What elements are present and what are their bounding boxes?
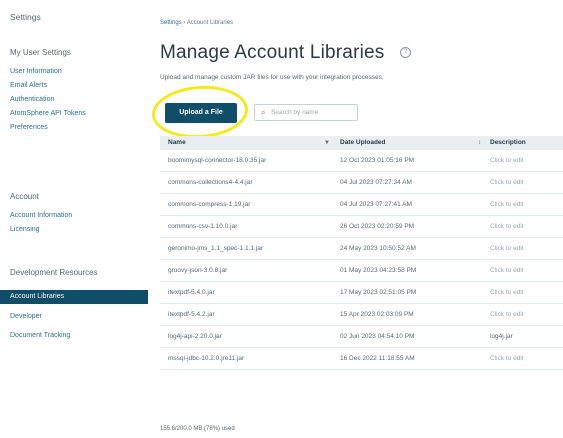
date-uploaded: 01 May 2023 04:23:58 PM bbox=[340, 267, 417, 274]
file-name[interactable]: itextpdf-5.4.2.jar bbox=[168, 304, 215, 326]
date-uploaded: 24 May 2023 10:50:52 AM bbox=[340, 245, 416, 252]
sidebar-item-account-libraries[interactable]: Account Libraries bbox=[0, 290, 148, 304]
date-uploaded: 12 Oct 2023 01:05:16 PM bbox=[340, 157, 415, 164]
description-edit[interactable]: Click to edit bbox=[490, 216, 524, 238]
file-name[interactable]: mssql-jdbc-10.2.0.jre11.jar bbox=[168, 348, 244, 370]
breadcrumb-current: Account Libraries bbox=[186, 20, 234, 26]
table-row: commons-collections4-4.4.jar 04 Jul 2023… bbox=[160, 172, 563, 194]
search-icon: ⌕ bbox=[261, 108, 266, 117]
table-row: geronimo-jms_1.1_spec-1.1.1.jar 24 May 2… bbox=[160, 238, 563, 260]
file-name[interactable]: geronimo-jms_1.1_spec-1.1.1.jar bbox=[168, 238, 263, 260]
page-title: Manage Account Libraries bbox=[160, 42, 385, 63]
date-uploaded: 16 Dec 2022 11:18:55 AM bbox=[340, 355, 415, 362]
description-edit[interactable]: Click to edit bbox=[490, 304, 524, 326]
upload-file-button[interactable]: Upload a File bbox=[165, 103, 237, 123]
description-edit[interactable]: Click to edit bbox=[490, 150, 524, 172]
table-header: Name ▼ Date Uploaded ↕ Description bbox=[160, 136, 563, 150]
table-row: itextpdf-5.4.0.jar 17 May 2023 02:51:05 … bbox=[160, 282, 563, 304]
column-header-description[interactable]: Description bbox=[490, 136, 526, 150]
sidebar-item-api-tokens[interactable]: AtomSphere API Tokens bbox=[10, 110, 86, 117]
date-uploaded: 04 Jul 2023 07:27:41 AM bbox=[340, 201, 412, 208]
table-row: log4j-api-2.20.0.jar 02 Jun 2023 04:54:1… bbox=[160, 326, 563, 348]
sort-down-icon[interactable]: ▼ bbox=[324, 136, 330, 150]
file-name[interactable]: commons-compress-1.19.jar bbox=[168, 194, 250, 216]
date-uploaded: 17 May 2023 02:51:05 PM bbox=[340, 289, 417, 296]
table-row: itextpdf-5.4.2.jar 15 Apr 2023 02:03:09 … bbox=[160, 304, 563, 326]
breadcrumb-settings-link[interactable]: Settings bbox=[160, 20, 182, 26]
sidebar: Settings My User Settings User Informati… bbox=[0, 0, 148, 438]
help-icon[interactable]: ? bbox=[400, 47, 411, 58]
file-name[interactable]: commons-csv-1.10.0.jar bbox=[168, 216, 237, 238]
sort-toggle-icon[interactable]: ↕ bbox=[478, 136, 481, 150]
search-box[interactable]: ⌕ bbox=[254, 104, 358, 121]
column-header-date-uploaded[interactable]: Date Uploaded bbox=[340, 136, 386, 150]
description-edit[interactable]: Click to edit bbox=[490, 238, 524, 260]
storage-usage: 155.6/200.0 MB (78%) used bbox=[160, 426, 235, 432]
file-name[interactable]: boomimysql-connector-18.0.35.jar bbox=[168, 150, 266, 172]
table-row: mssql-jdbc-10.2.0.jre11.jar 16 Dec 2022 … bbox=[160, 348, 563, 370]
description-edit[interactable]: Click to edit bbox=[490, 172, 524, 194]
file-name[interactable]: log4j-api-2.20.0.jar bbox=[168, 326, 222, 348]
description-edit[interactable]: Click to edit bbox=[490, 282, 524, 304]
user-settings-heading: My User Settings bbox=[10, 48, 71, 57]
date-uploaded: 02 Jun 2023 04:54:10 PM bbox=[340, 333, 415, 340]
development-resources-heading: Development Resources bbox=[10, 268, 98, 277]
sidebar-item-licensing[interactable]: Licensing bbox=[10, 226, 40, 233]
account-heading: Account bbox=[10, 192, 39, 201]
date-uploaded: 04 Jul 2023 07:27:34 AM bbox=[340, 179, 412, 186]
date-uploaded: 26 Oct 2023 02:20:59 PM bbox=[340, 223, 415, 230]
settings-heading: Settings bbox=[10, 12, 41, 22]
file-name[interactable]: groovy-json-3.0.8.jar bbox=[168, 260, 227, 282]
sidebar-item-user-information[interactable]: User Information bbox=[10, 68, 62, 75]
table-row: boomimysql-connector-18.0.35.jar 12 Oct … bbox=[160, 150, 563, 172]
sidebar-item-account-information[interactable]: Account Information bbox=[10, 212, 72, 219]
sidebar-item-document-tracking[interactable]: Document Tracking bbox=[10, 332, 70, 339]
breadcrumb-separator: › bbox=[183, 20, 186, 26]
page-description: Upload and manage custom JAR files for u… bbox=[160, 74, 384, 81]
description-edit[interactable]: Click to edit bbox=[490, 260, 524, 282]
file-name[interactable]: itextpdf-5.4.0.jar bbox=[168, 282, 215, 304]
file-name[interactable]: commons-collections4-4.4.jar bbox=[168, 172, 253, 194]
breadcrumb: Settings › Account Libraries bbox=[160, 20, 233, 26]
sidebar-item-email-alerts[interactable]: Email Alerts bbox=[10, 82, 47, 89]
table-row: commons-compress-1.19.jar 04 Jul 2023 07… bbox=[160, 194, 563, 216]
sidebar-item-preferences[interactable]: Preferences bbox=[10, 124, 48, 131]
column-header-name[interactable]: Name bbox=[168, 136, 186, 150]
date-uploaded: 15 Apr 2023 02:03:09 PM bbox=[340, 311, 414, 318]
search-input[interactable] bbox=[271, 106, 355, 119]
description-edit[interactable]: Click to edit bbox=[490, 194, 524, 216]
description-edit[interactable]: log4j.jar bbox=[490, 326, 513, 348]
main-content: Settings › Account Libraries Manage Acco… bbox=[148, 0, 563, 438]
description-edit[interactable]: Click to edit bbox=[490, 348, 524, 370]
sidebar-item-developer[interactable]: Developer bbox=[10, 313, 42, 320]
table-row: groovy-json-3.0.8.jar 01 May 2023 04:23:… bbox=[160, 260, 563, 282]
table-row: commons-csv-1.10.0.jar 26 Oct 2023 02:20… bbox=[160, 216, 563, 238]
sidebar-item-authentication[interactable]: Authentication bbox=[10, 96, 54, 103]
